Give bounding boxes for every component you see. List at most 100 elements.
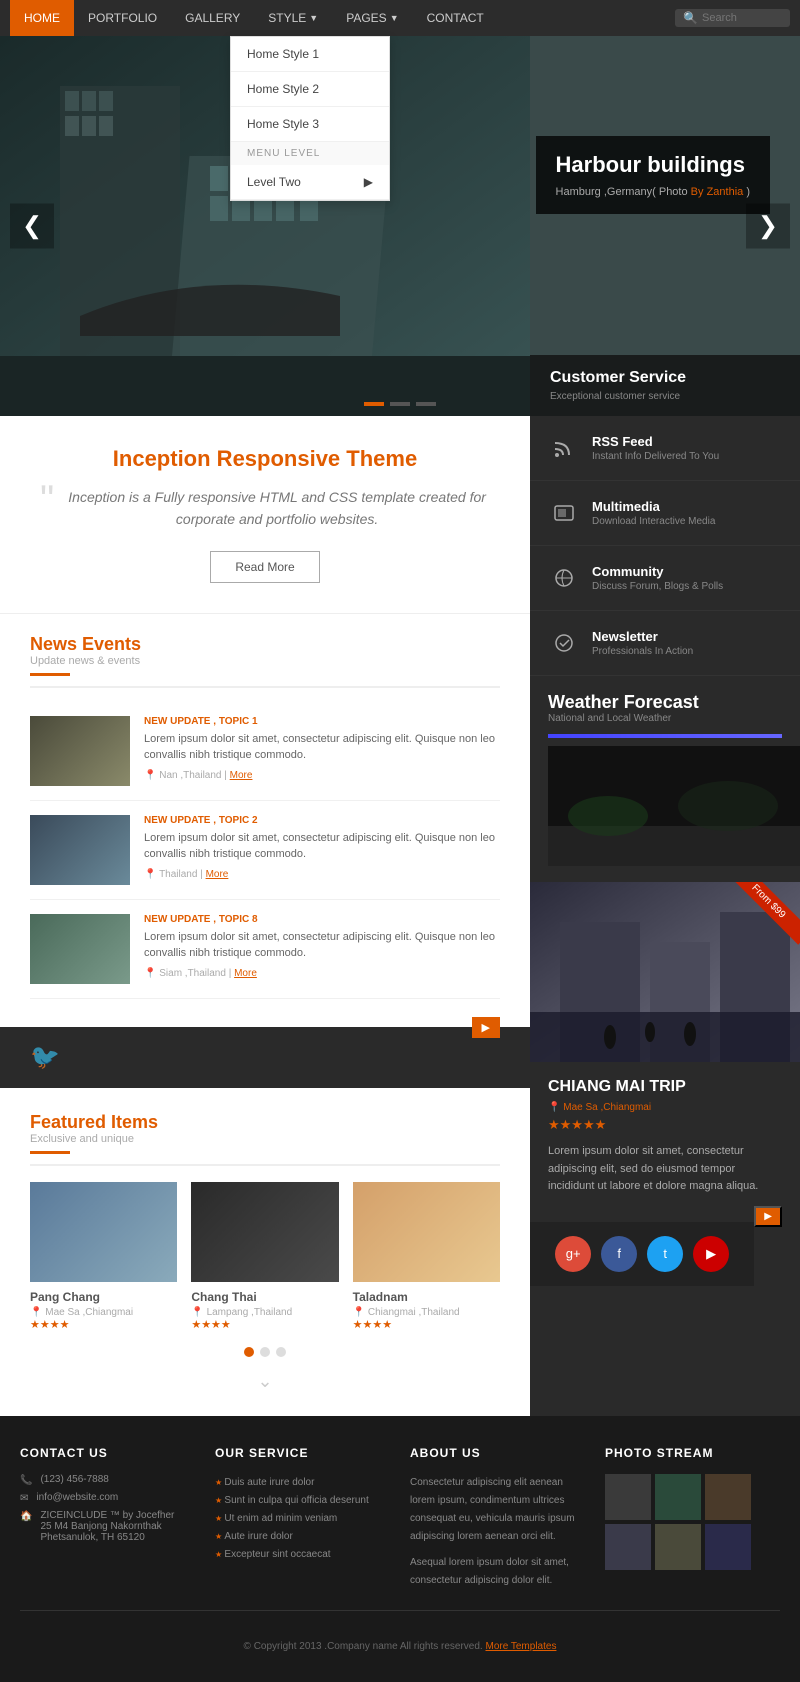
featured-location-1: 📍 Mae Sa ,Chiangmai <box>30 1307 177 1318</box>
footer-photo-stream: PHOTO STREAM <box>605 1446 780 1590</box>
newsletter-text: Newsletter Professionals In Action <box>592 629 693 657</box>
intro-description: Inception is a Fully responsive HTML and… <box>64 486 490 531</box>
hero-dot-2[interactable] <box>390 402 410 406</box>
service-item-2: Sunt in culpa qui officia deserunt <box>215 1492 390 1510</box>
featured-thumb-1 <box>30 1182 177 1282</box>
facebook-button[interactable]: f <box>601 1236 637 1272</box>
footer-service: OUR SERVICE Duis aute irure dolor Sunt i… <box>215 1446 390 1590</box>
news-title: News Events <box>30 634 500 655</box>
news-thumb-1 <box>30 716 130 786</box>
rss-text: RSS Feed Instant Info Delivered To You <box>592 434 719 462</box>
contact-email: ✉ info@website.com <box>20 1492 195 1504</box>
weather-map <box>548 746 782 866</box>
nav-item-style[interactable]: STYLE ▼ <box>254 0 332 36</box>
news-item: NEW UPDATE , TOPIC 1 Lorem ipsum dolor s… <box>30 702 500 801</box>
featured-dot-2[interactable] <box>260 1347 270 1357</box>
hero-dot-3[interactable] <box>416 402 436 406</box>
navbar: HOME PORTFOLIO GALLERY STYLE ▼ PAGES ▼ C… <box>0 0 800 36</box>
footer-service-list: Duis aute irure dolor Sunt in culpa qui … <box>215 1474 390 1564</box>
featured-title: Featured Items <box>30 1112 500 1133</box>
photo-3 <box>705 1474 751 1520</box>
community-widget[interactable]: Community Discuss Forum, Blogs & Polls <box>530 546 800 611</box>
hero-prev-button[interactable]: ❮ <box>10 204 54 249</box>
hero-dot-1[interactable] <box>364 402 384 406</box>
quote-mark: " <box>40 480 54 520</box>
chiangmai-more-button[interactable]: ▶ <box>754 1206 782 1227</box>
rss-widget-inner: RSS Feed Instant Info Delivered To You <box>548 432 782 464</box>
photo-6 <box>705 1524 751 1570</box>
featured-dot-1[interactable] <box>244 1347 254 1357</box>
news-more-link-2[interactable]: More <box>206 869 229 880</box>
news-content-2: NEW UPDATE , TOPIC 2 Lorem ipsum dolor s… <box>144 815 500 885</box>
contact-phone: 📞 (123) 456-7888 <box>20 1474 195 1486</box>
chiangmai-location: 📍 Mae Sa ,Chiangmai <box>548 1102 782 1113</box>
rss-widget[interactable]: RSS Feed Instant Info Delivered To You <box>530 416 800 481</box>
phone-icon: 📞 <box>20 1475 32 1486</box>
hero-caption: Harbour buildings Hamburg ,Germany( Phot… <box>536 136 770 214</box>
news-more-link-3[interactable]: More <box>234 968 257 979</box>
news-thumb-2 <box>30 815 130 885</box>
featured-thumb-2 <box>191 1182 338 1282</box>
featured-dot-3[interactable] <box>276 1347 286 1357</box>
news-meta-2: 📍 Thailand | More <box>144 869 500 880</box>
news-item-3: NEW UPDATE , TOPIC 8 Lorem ipsum dolor s… <box>30 900 500 999</box>
news-subtitle: Update news & events <box>30 655 500 667</box>
news-content-3: NEW UPDATE , TOPIC 8 Lorem ipsum dolor s… <box>144 914 500 984</box>
customer-service-sub: Exceptional customer service <box>550 391 780 402</box>
rss-icon <box>548 432 580 464</box>
featured-stars-2: ★★★★ <box>191 1318 338 1331</box>
news-more-link-1[interactable]: More <box>230 770 253 781</box>
newsletter-widget[interactable]: Newsletter Professionals In Action <box>530 611 800 676</box>
featured-name-1: Pang Chang <box>30 1290 177 1304</box>
read-more-button[interactable]: Read More <box>210 551 319 583</box>
footer-about: ABOUT US Consectetur adipiscing elit aen… <box>410 1446 585 1590</box>
dropdown-item-3[interactable]: Home Style 3 <box>231 107 389 142</box>
search-bar[interactable]: 🔍 <box>675 9 790 27</box>
customer-service-title: Customer Service <box>550 369 780 387</box>
nav-item-portfolio[interactable]: PORTFOLIO <box>74 0 171 36</box>
news-item-2: NEW UPDATE , TOPIC 2 Lorem ipsum dolor s… <box>30 801 500 900</box>
photo-5 <box>655 1524 701 1570</box>
news-more-button[interactable]: ▶ <box>472 1017 500 1038</box>
chiangmai-img-svg <box>530 882 800 1062</box>
multimedia-widget[interactable]: Multimedia Download Interactive Media <box>530 481 800 546</box>
service-item-3: Ut enim ad minim veniam <box>215 1510 390 1528</box>
service-item-1: Duis aute irure dolor <box>215 1474 390 1492</box>
chiangmai-description: Lorem ipsum dolor sit amet, consectetur … <box>548 1143 782 1196</box>
location-pin-icon: 📍 <box>548 1102 560 1113</box>
featured-dark-bar: 🐦 <box>0 1027 530 1088</box>
featured-name-2: Chang Thai <box>191 1290 338 1304</box>
twitter-button[interactable]: t <box>647 1236 683 1272</box>
location-icon-f1: 📍 <box>30 1307 42 1318</box>
photo-stream-grid <box>605 1474 780 1570</box>
nav-item-gallery[interactable]: GALLERY <box>171 0 254 36</box>
dropdown-item-1[interactable]: Home Style 1 <box>231 37 389 72</box>
featured-section: Featured Items Exclusive and unique Pang… <box>0 1088 530 1416</box>
nav-item-contact[interactable]: CONTACT <box>413 0 498 36</box>
featured-carousel-dots <box>30 1347 500 1357</box>
hero-dots <box>364 402 436 406</box>
featured-location-3: 📍 Chiangmai ,Thailand <box>353 1307 500 1318</box>
community-widget-inner: Community Discuss Forum, Blogs & Polls <box>548 562 782 594</box>
news-meta-3: 📍 Siam ,Thailand | More <box>144 968 500 979</box>
nav-item-home[interactable]: HOME <box>10 0 74 36</box>
more-templates-link[interactable]: More Templates <box>485 1641 556 1652</box>
photo-2 <box>655 1474 701 1520</box>
featured-underline <box>30 1151 70 1154</box>
youtube-button[interactable]: ▶ <box>693 1236 729 1272</box>
sidebar: RSS Feed Instant Info Delivered To You M… <box>530 416 800 1416</box>
search-input[interactable] <box>702 12 782 24</box>
google-plus-button[interactable]: g+ <box>555 1236 591 1272</box>
chiangmai-stars: ★★★★★ <box>548 1117 782 1133</box>
nav-item-pages[interactable]: PAGES ▼ <box>332 0 412 36</box>
multimedia-icon <box>548 497 580 529</box>
news-content-1: NEW UPDATE , TOPIC 1 Lorem ipsum dolor s… <box>144 716 500 786</box>
main-wrapper: Inception Responsive Theme " Inception i… <box>0 416 800 1416</box>
hero-next-button[interactable]: ❯ <box>746 204 790 249</box>
featured-subtitle: Exclusive and unique <box>30 1133 500 1145</box>
chiangmai-image: From $99 <box>530 882 800 1062</box>
dropdown-item-2[interactable]: Home Style 2 <box>231 72 389 107</box>
dropdown-submenu[interactable]: Level Two ▶ <box>231 165 389 200</box>
weather-widget: Weather Forecast National and Local Weat… <box>530 676 800 882</box>
scroll-down-icon: ⌄ <box>30 1371 500 1392</box>
